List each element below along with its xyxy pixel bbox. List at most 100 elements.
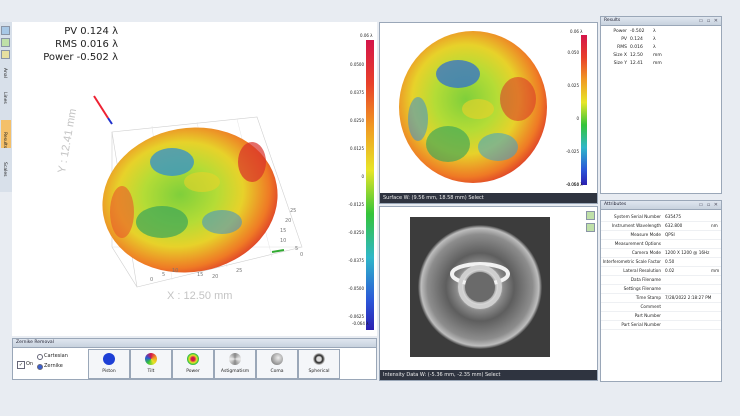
results-title: Results	[604, 18, 621, 23]
result-row: RMS 0.016 λ	[603, 45, 721, 53]
power-icon	[187, 353, 199, 365]
main-colorbar-tick: -0.0125	[348, 202, 364, 207]
result-label: Power	[613, 29, 627, 34]
attribute-label: Settings Filename	[623, 286, 661, 291]
panel-controls-icon[interactable]: ▭ ▫ ✕	[699, 201, 719, 209]
radio-zernike-label: Zernike	[44, 363, 63, 369]
result-label: RMS	[617, 45, 627, 50]
attribute-row: Part Serial Number	[601, 320, 721, 330]
attribute-label: Interferometric Scale Factor	[602, 259, 661, 264]
attribute-unit: mm	[711, 268, 720, 273]
result-row: Power -0.502 λ	[603, 29, 721, 37]
attribute-value: 7/28/2022 2:18:27 PM	[665, 295, 712, 300]
attribute-label: System Serial Number	[614, 214, 661, 219]
result-value: 12.50	[630, 53, 643, 58]
view-2d-icon[interactable]	[1, 38, 10, 47]
tilt-label: Tilt	[147, 369, 155, 374]
coma-button[interactable]: Coma	[256, 349, 298, 379]
x-tick-0: 0	[150, 277, 154, 283]
surface-colorbar-tick: 0	[576, 116, 579, 121]
surface-colorbar-tick: 0.025	[567, 83, 579, 88]
surface-3d-plot[interactable]	[12, 22, 357, 336]
surface-2d-view[interactable]: 0.06 λ -0.064 λ 0.050 0.025 0 -0.025 -0.050 …	[379, 22, 598, 204]
result-row: Size X 12.50 mm	[603, 53, 721, 61]
tilt-button[interactable]: Tilt	[130, 349, 172, 379]
astigmatism-button[interactable]: Astigmatism	[214, 349, 256, 379]
on-checkbox[interactable]: ✓	[17, 361, 25, 369]
piston-label: Piston	[102, 369, 116, 374]
surface-colorbar-tick: -0.025	[566, 149, 579, 154]
surface-2d-plot[interactable]	[398, 29, 548, 189]
astigmatism-label: Astigmatism	[220, 369, 250, 374]
attribute-label: Camera Mode	[631, 250, 661, 255]
zernike-panel: Zernike Removal ✓ On Cartesian Zernike P…	[12, 338, 377, 380]
view-3d-icon[interactable]	[1, 26, 10, 35]
attribute-label: Instrument Wavelength	[611, 223, 661, 228]
piston-icon	[103, 353, 115, 365]
piston-button[interactable]: Piston	[88, 349, 130, 379]
main-colorbar-tick: 0.0500	[350, 62, 364, 67]
zernike-header: Zernike Removal	[13, 339, 376, 348]
result-value: -0.502	[630, 29, 645, 34]
colorbar-top-label: 0.06 λ	[360, 33, 373, 38]
surface-cbar-top-label: 0.06 λ	[570, 29, 583, 34]
result-value: 12.41	[630, 61, 643, 66]
x-tick-10: 10	[172, 268, 179, 274]
surface-status-bar: Surface W: (9.56 mm, 18.58 mm) Select	[380, 193, 597, 203]
main-colorbar-tick: -0.0250	[348, 230, 364, 235]
attribute-label: Comment	[640, 304, 661, 309]
attribute-label: Part Serial Number	[621, 322, 661, 327]
radio-cartesian-label: Cartesian	[44, 353, 68, 359]
surface-3d-view[interactable]: PV 0.124 λ RMS 0.016 λ Power -0.502 λ 0 …	[12, 22, 377, 336]
main-colorbar-tick: -0.0625	[348, 314, 364, 319]
attribute-value: 0.02	[665, 268, 675, 273]
spherical-button[interactable]: Spherical	[298, 349, 340, 379]
tab-lines[interactable]: Lines	[2, 92, 7, 104]
radio-zernike[interactable]	[37, 364, 43, 370]
intensity-check-icon[interactable]	[586, 211, 595, 220]
main-colorbar-tick: 0.0250	[350, 118, 364, 123]
x-tick-15: 15	[197, 272, 204, 278]
intensity-status-bar: Intensity Data W: (-5.36 mm, -2.35 mm) S…	[380, 370, 597, 380]
attributes-panel: Attributes ▭ ▫ ✕ System Serial Number 635…	[600, 200, 722, 382]
tab-scales[interactable]: Scales	[2, 162, 7, 176]
tab-anal[interactable]: Anal	[2, 68, 7, 78]
results-header: Results ▭ ▫ ✕	[601, 17, 721, 26]
result-label: Size Y	[613, 61, 627, 66]
main-colorbar-tick: 0	[361, 174, 364, 179]
y-tick-25: 25	[290, 208, 297, 214]
main-colorbar-tick: -0.0500	[348, 286, 364, 291]
result-unit: mm	[653, 61, 662, 66]
attribute-value: QPSI	[665, 232, 675, 237]
main-colorbar-tick: 0.0375	[350, 90, 364, 95]
power-button[interactable]: Power	[172, 349, 214, 379]
colorbar-bottom-label: -0.064 λ	[352, 321, 369, 326]
intensity-image[interactable]	[410, 217, 550, 357]
fit-icon[interactable]	[1, 50, 10, 59]
results-panel: Results ▭ ▫ ✕ Power -0.502 λ PV 0.124 λ R…	[600, 16, 722, 194]
panel-controls-icon[interactable]: ▭ ▫ ✕	[699, 17, 719, 25]
result-unit: mm	[653, 53, 662, 58]
surface-colorbar	[581, 35, 587, 185]
attribute-value: 0.50	[665, 259, 675, 264]
result-value: 0.016	[630, 45, 643, 50]
attribute-label: Measure Mode	[630, 232, 661, 237]
y-tick-0: 0	[300, 252, 304, 258]
result-value: 0.124	[630, 37, 643, 42]
attribute-value: 632.800	[665, 223, 683, 228]
result-row: Size Y 12.41 mm	[603, 61, 721, 69]
main-colorbar-tick: 0.0125	[350, 146, 364, 151]
result-row: PV 0.124 λ	[603, 37, 721, 45]
radio-cartesian[interactable]	[37, 354, 43, 360]
result-unit: λ	[653, 37, 656, 42]
intensity-check2-icon[interactable]	[586, 223, 595, 232]
attribute-label: Time Stamp	[635, 295, 661, 300]
attributes-title: Attributes	[604, 202, 627, 207]
on-label: On	[26, 361, 34, 367]
intensity-view[interactable]: Intensity Data W: (-5.36 mm, -2.35 mm) S…	[379, 206, 598, 381]
attribute-value: 1200 X 1200 @ 16Hz	[665, 250, 710, 255]
result-unit: λ	[653, 45, 656, 50]
spherical-label: Spherical	[308, 369, 330, 374]
attribute-label: Measurement Options	[614, 241, 661, 246]
attribute-unit: nm	[711, 223, 718, 228]
